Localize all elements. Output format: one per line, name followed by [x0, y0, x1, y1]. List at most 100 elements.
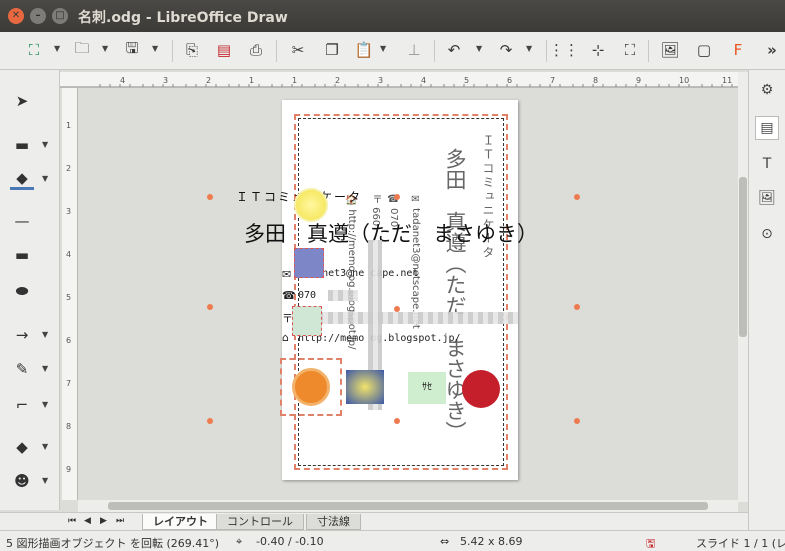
- ruler-tick-label: 8: [593, 76, 598, 85]
- line-color-icon[interactable]: ▬: [10, 134, 34, 156]
- symbol-shapes-dropdown[interactable]: ▼: [42, 476, 48, 485]
- cursor-position: -0.40 / -0.10: [256, 535, 324, 548]
- handle-mid-left[interactable]: [207, 304, 213, 310]
- pdf-icon[interactable]: ▤: [212, 38, 236, 62]
- toolbar-separator: [546, 40, 547, 62]
- arrow-line-icon[interactable]: →: [10, 324, 34, 346]
- lines-arrows-dropdown[interactable]: ▼: [42, 330, 48, 339]
- zoom-icon[interactable]: ⛶: [618, 38, 642, 62]
- selection-status: 5 図形描画オブジェクト を回転 (269.41°): [6, 537, 220, 550]
- slide-indicator: スライド 1 / 1 (レイ: [696, 537, 785, 550]
- ellipse-icon[interactable]: ⬬: [10, 280, 34, 302]
- ruler-tick-label: 7: [66, 379, 71, 388]
- paste-dropdown[interactable]: ▼: [380, 44, 388, 56]
- undo-icon[interactable]: ↶: [442, 38, 466, 62]
- first-tab-button[interactable]: ⏮: [68, 516, 76, 526]
- business-card-page[interactable]: ＩＴコミュニケータ 多田 真遵（ただ まさゆき） ✉ tadanet3@nets…: [207, 100, 580, 480]
- clone-icon[interactable]: ⊥: [402, 38, 426, 62]
- tab-dimension-lines[interactable]: 寸法線: [306, 514, 361, 530]
- helplines-icon[interactable]: ⊹: [586, 38, 610, 62]
- symbol-shapes-icon[interactable]: ☻: [10, 470, 34, 492]
- copy-icon[interactable]: ❐: [320, 38, 344, 62]
- curve-dropdown[interactable]: ▼: [42, 364, 48, 373]
- fill-color-icon[interactable]: ◆: [10, 168, 34, 190]
- toolbar-separator: [648, 40, 649, 62]
- sidebar-settings-icon[interactable]: ⚙: [755, 78, 779, 102]
- redacted-address: [318, 312, 518, 324]
- basic-shapes-icon[interactable]: ◆: [10, 436, 34, 458]
- title-bar: ✕ – □ 名刺.odg - LibreOffice Draw: [0, 0, 785, 32]
- rectangle-icon[interactable]: ▬: [10, 244, 34, 266]
- open-icon[interactable]: 🗀: [70, 38, 94, 62]
- handle-bottom-right[interactable]: [574, 418, 580, 424]
- vertical-scroll-thumb[interactable]: [739, 177, 747, 337]
- horizontal-scroll-thumb[interactable]: [108, 502, 708, 510]
- export-icon[interactable]: ⎘: [180, 38, 204, 62]
- navigator-icon[interactable]: ⊙: [755, 222, 779, 246]
- ruler-tick-label: 9: [66, 465, 71, 474]
- cut-icon[interactable]: ✂: [286, 38, 310, 62]
- red-logo-image: [462, 370, 500, 408]
- handle-bottom-left[interactable]: [207, 418, 213, 424]
- portrait-image: [294, 248, 324, 278]
- gallery-icon[interactable]: 🖼: [755, 186, 779, 210]
- image-icon[interactable]: 🖼: [658, 38, 682, 62]
- window-title: 名刺.odg - LibreOffice Draw: [78, 10, 288, 26]
- line-icon[interactable]: —: [10, 210, 34, 232]
- line-color-dropdown[interactable]: ▼: [42, 140, 48, 149]
- sidebar-tabbar: ⚙ ▤ T 🖼 ⊙: [748, 70, 785, 530]
- vertical-scrollbar[interactable]: [738, 72, 748, 502]
- fontwork-icon[interactable]: F: [726, 38, 750, 62]
- handle-top-center[interactable]: [394, 194, 400, 200]
- points-dropdown[interactable]: ▼: [54, 44, 62, 56]
- curve-icon[interactable]: ✎: [10, 358, 34, 380]
- handle-mid-right[interactable]: [574, 304, 580, 310]
- save-icon[interactable]: 🖫: [120, 38, 144, 62]
- ruler-tick-label: 9: [636, 76, 641, 85]
- toolbar-separator: [434, 40, 435, 62]
- handle-top-left[interactable]: [207, 194, 213, 200]
- last-tab-button[interactable]: ⏭: [116, 516, 124, 526]
- connector-icon[interactable]: ⌐: [10, 394, 34, 416]
- horizontal-scrollbar[interactable]: [78, 500, 738, 512]
- vertical-ruler[interactable]: 12345678910: [62, 88, 78, 500]
- grid-icon[interactable]: ⋮⋮: [549, 38, 579, 62]
- toolbar-separator: [172, 40, 173, 62]
- tab-layout[interactable]: レイアウト: [142, 514, 219, 530]
- select-icon[interactable]: ➤: [10, 90, 34, 112]
- ruler-tick-label: 5: [66, 293, 71, 302]
- save-dropdown[interactable]: ▼: [152, 44, 160, 56]
- redacted-tel: [328, 290, 358, 301]
- rotation-pivot[interactable]: [394, 306, 400, 312]
- next-tab-button[interactable]: ▶: [100, 516, 107, 526]
- properties-icon[interactable]: ▤: [755, 116, 779, 140]
- prev-tab-button[interactable]: ◀: [84, 516, 91, 526]
- handle-bottom-center[interactable]: [394, 418, 400, 424]
- drawing-canvas[interactable]: ＩＴコミュニケータ 多田 真遵（ただ まさゆき） ✉ tadanet3@nets…: [78, 88, 738, 500]
- more-tools-icon[interactable]: »: [760, 38, 784, 62]
- undo-dropdown[interactable]: ▼: [476, 44, 484, 56]
- mail-icon: ✉: [282, 268, 292, 281]
- minimize-window-button[interactable]: –: [30, 8, 46, 24]
- redo-icon[interactable]: ↷: [494, 38, 518, 62]
- tab-controls[interactable]: コントロール: [216, 514, 304, 530]
- vertical-mail: ✉ tadanet3@netscape.net: [410, 194, 421, 329]
- fill-color-dropdown[interactable]: ▼: [42, 174, 48, 183]
- points-icon[interactable]: ⛶: [22, 38, 46, 62]
- maximize-window-button[interactable]: □: [52, 8, 68, 24]
- close-window-button[interactable]: ✕: [8, 8, 24, 24]
- paste-icon[interactable]: 📋: [352, 38, 376, 62]
- basic-shapes-dropdown[interactable]: ▼: [42, 442, 48, 451]
- ruler-tick-label: 7: [550, 76, 555, 85]
- horizontal-ruler[interactable]: 432112345678910111213: [60, 72, 740, 88]
- styles-icon[interactable]: T: [755, 152, 779, 176]
- handle-top-right[interactable]: [574, 194, 580, 200]
- document-modified-icon[interactable]: 🖫: [646, 535, 655, 551]
- textbox-icon[interactable]: ▢: [692, 38, 716, 62]
- connector-dropdown[interactable]: ▼: [42, 400, 48, 409]
- redo-dropdown[interactable]: ▼: [526, 44, 534, 56]
- standard-toolbar: ⛶ ▼ 🗀 ▼ 🖫 ▼ ⎘ ▤ ⎙ ✂ ❐ 📋 ▼ ⊥ ↶ ▼ ↷ ▼ ⋮⋮ ⊹…: [0, 32, 785, 70]
- print-icon[interactable]: ⎙: [244, 38, 268, 62]
- ruler-tick-label: 1: [292, 76, 297, 85]
- open-dropdown[interactable]: ▼: [102, 44, 110, 56]
